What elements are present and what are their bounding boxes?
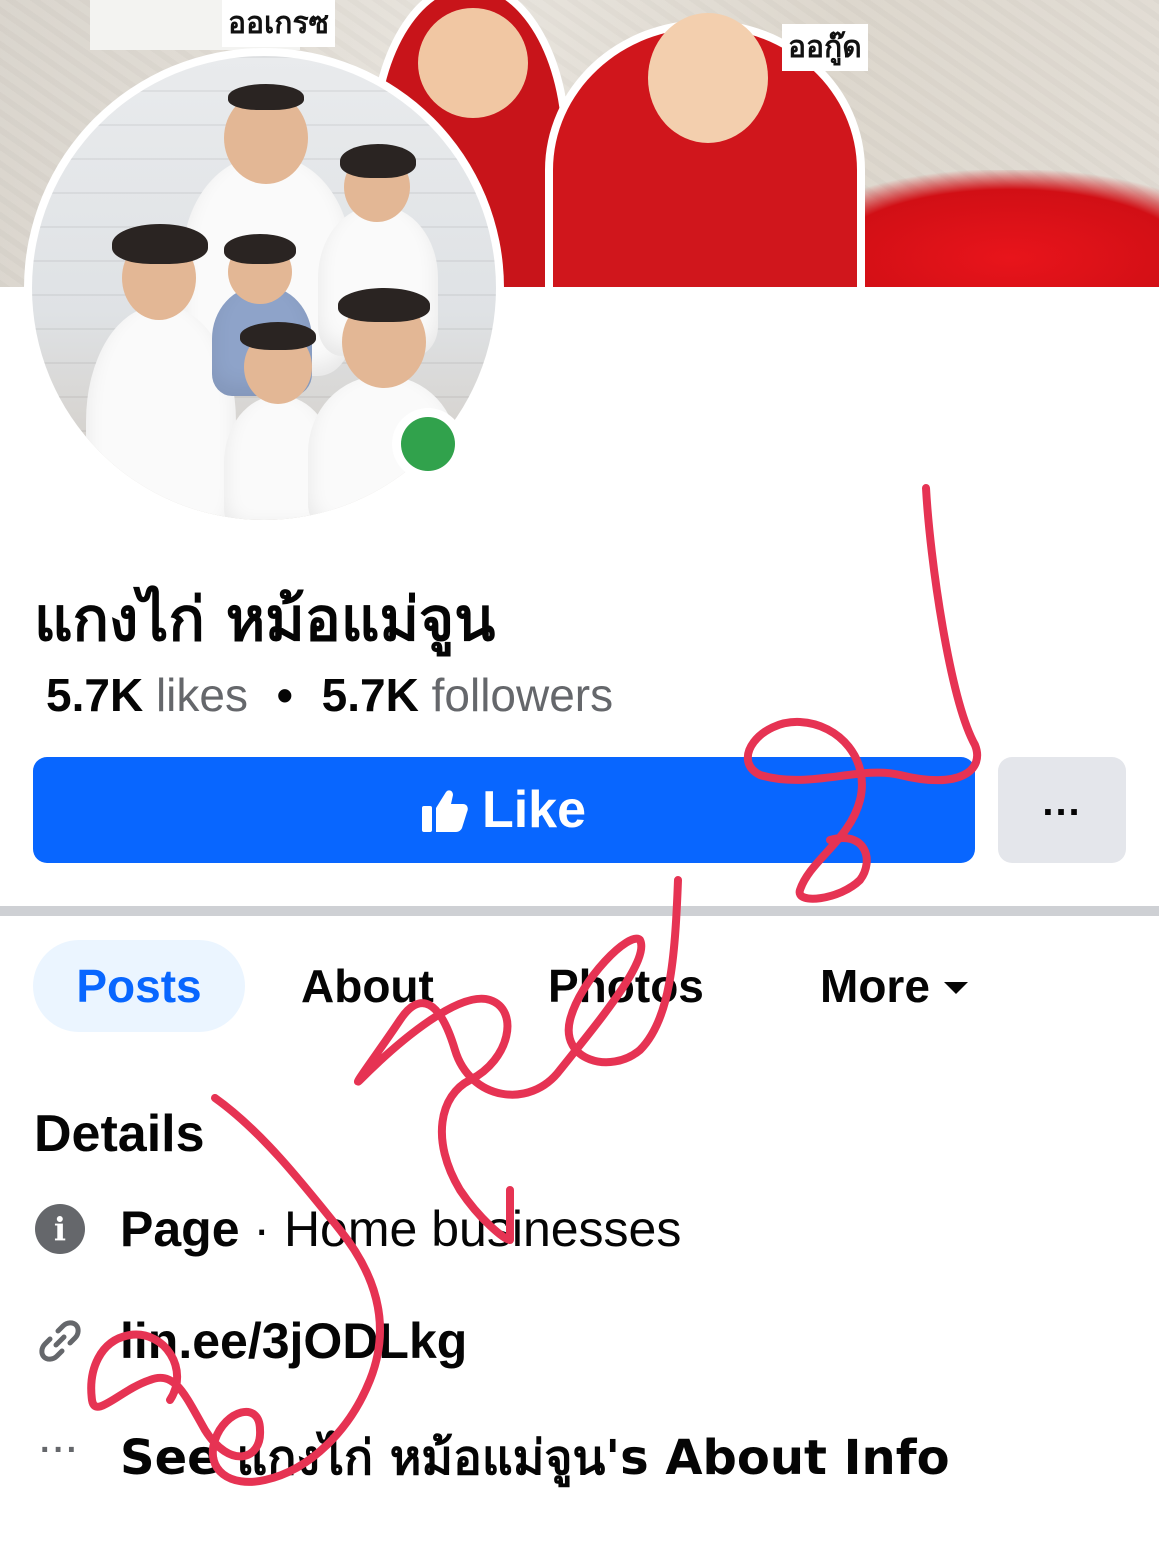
details-heading: Details xyxy=(34,1105,205,1163)
page-stats: 5.7K likes • 5.7K followers xyxy=(46,668,613,722)
online-status-indicator xyxy=(392,408,464,480)
likes-label[interactable]: likes xyxy=(156,669,248,721)
section-divider xyxy=(0,906,1159,916)
ellipsis-icon: ··· xyxy=(40,1430,80,1469)
followers-label[interactable]: followers xyxy=(432,669,614,721)
page-title: แกงไก่ หม้อแม่จูน xyxy=(34,585,496,655)
likes-count[interactable]: 5.7K xyxy=(46,669,143,721)
detail-about-info[interactable]: ··· See แกงไก่ หม้อแม่จูน's About Info xyxy=(34,1420,950,1496)
ellipsis-icon: ... xyxy=(1042,779,1082,824)
category-text: · Home businesses xyxy=(239,1201,682,1257)
like-button[interactable]: Like xyxy=(33,757,975,863)
stats-separator: • xyxy=(276,669,293,721)
caret-down-icon xyxy=(943,982,968,994)
cover-caption-left: ออเกรซ xyxy=(222,0,335,47)
tab-more[interactable]: More xyxy=(820,940,968,1032)
website-link[interactable]: lin.ee/3jODLkg xyxy=(120,1312,467,1370)
tab-photos[interactable]: Photos xyxy=(548,940,704,1032)
see-about-info-link[interactable]: See แกงไก่ หม้อแม่จูน's About Info xyxy=(120,1420,950,1496)
detail-website[interactable]: lin.ee/3jODLkg xyxy=(34,1312,467,1370)
followers-count[interactable]: 5.7K xyxy=(322,669,419,721)
tab-more-label: More xyxy=(820,960,930,1012)
category-prefix: Page xyxy=(120,1201,240,1257)
link-icon xyxy=(39,1320,81,1362)
info-icon: i xyxy=(35,1204,85,1254)
more-options-button[interactable]: ... xyxy=(998,757,1126,863)
like-button-label: Like xyxy=(481,781,587,839)
tab-about[interactable]: About xyxy=(301,940,434,1032)
cover-caption-right: ออกู๊ด xyxy=(782,24,868,71)
thumbs-up-icon xyxy=(421,790,468,832)
detail-category: i Page · Home businesses xyxy=(34,1200,681,1258)
tab-posts[interactable]: Posts xyxy=(33,940,245,1032)
